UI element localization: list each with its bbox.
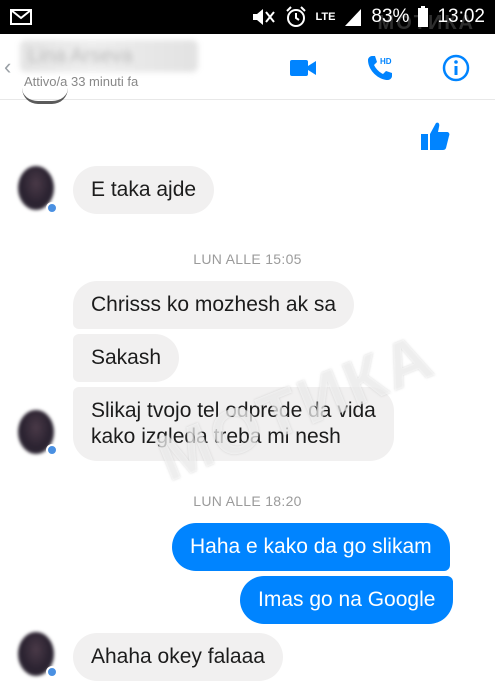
messenger-badge-icon — [46, 444, 58, 456]
mute-icon — [251, 7, 277, 27]
contact-status: Attivo/a 33 minuti fa — [24, 74, 139, 89]
messenger-badge-icon — [46, 666, 58, 678]
svg-text:HD: HD — [380, 57, 392, 66]
info-icon — [442, 54, 470, 82]
mail-icon — [10, 9, 32, 25]
message-bubble[interactable]: Chrisss ko mozhesh ak sa — [73, 281, 355, 329]
contact-name[interactable]: Lina Arseva — [20, 40, 198, 72]
voice-call-hd-icon: HD — [368, 56, 392, 80]
timestamp: LUN ALLE 18:20 — [193, 493, 302, 509]
message-text: kako izgleda treba mi nesh — [91, 425, 341, 448]
message-text: Sakash — [91, 346, 162, 369]
thumbs-up-icon[interactable] — [419, 120, 451, 152]
message-text: Slikaj tvojo tel odprede da vida — [91, 399, 376, 422]
video-call-button[interactable] — [287, 52, 319, 84]
message-bubble[interactable]: Haha e kako da go slikam — [172, 523, 450, 571]
message-text: Haha e kako da go slikam — [190, 535, 432, 558]
battery-percent: 83% — [371, 6, 410, 27]
message-bubble[interactable]: Imas go na Google — [240, 576, 454, 624]
message-bubble[interactable]: Slikaj tvojo tel odprede da vida kako iz… — [73, 387, 394, 461]
status-bar: МОТИКА LTE 83% 13 — [0, 0, 495, 34]
message-bubble[interactable]: Sakash — [73, 334, 180, 382]
message-thread: E taka ajde LUN ALLE 15:05 Chrisss ko mo… — [0, 100, 495, 700]
network-type: LTE — [315, 11, 336, 23]
message-bubble[interactable]: E taka ajde — [73, 166, 215, 214]
messenger-badge-icon — [46, 202, 58, 214]
message-bubble[interactable]: Ahaha okey falaaa — [73, 633, 283, 681]
voice-call-button[interactable]: HD — [364, 52, 396, 84]
timestamp: LUN ALLE 15:05 — [193, 251, 302, 267]
battery-icon — [417, 6, 429, 28]
message-text: E taka ajde — [91, 178, 197, 201]
signal-icon — [343, 7, 363, 27]
clock: 13:02 — [437, 6, 485, 27]
message-text: Imas go na Google — [258, 588, 436, 611]
alarm-icon — [285, 6, 307, 28]
message-text: Ahaha okey falaaa — [91, 645, 265, 668]
message-text: Chrisss ko mozhesh ak sa — [91, 293, 337, 316]
info-button[interactable] — [440, 52, 472, 84]
video-call-icon — [290, 60, 316, 76]
back-chevron-icon[interactable]: ‹ — [4, 54, 11, 80]
conversation-header: ‹ Lina Arseva Attivo/a 33 minuti fa HD — [0, 34, 495, 100]
avatar-partial — [22, 88, 68, 104]
